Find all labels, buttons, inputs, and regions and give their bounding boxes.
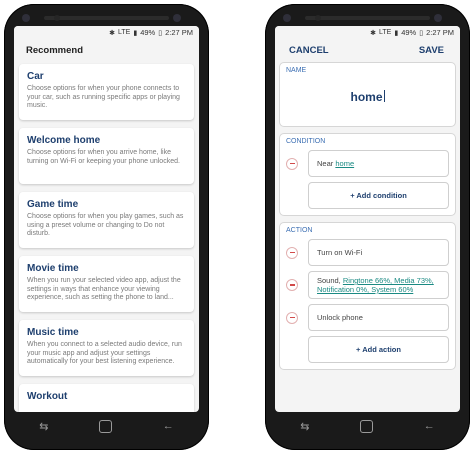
right-screen: ✱ LTE ▮ 49% ▯ 2:27 PM CANCEL SAVE NAME h… (275, 26, 460, 412)
back-icon[interactable]: ← (163, 420, 174, 432)
recent-apps-icon[interactable]: ⇆ (300, 420, 309, 433)
name-value: home (350, 90, 383, 104)
battery-level: 49% (140, 28, 156, 37)
remove-action-button[interactable] (286, 311, 298, 324)
condition-link[interactable]: home (335, 159, 354, 168)
text-cursor (383, 90, 385, 102)
card-title: Game time (27, 199, 79, 210)
signal-icon: ▮ (133, 29, 138, 37)
card-workout[interactable]: Workout (19, 384, 194, 412)
sensor-icon (54, 15, 60, 21)
page-title: Recommend (26, 45, 84, 56)
card-music-time[interactable]: Music time When you connect to a selecte… (19, 320, 194, 376)
card-movie-time[interactable]: Movie time When you run your selected vi… (19, 256, 194, 312)
add-action-row: + Add action (286, 336, 449, 363)
right-phone: ✱ LTE ▮ 49% ▯ 2:27 PM CANCEL SAVE NAME h… (265, 4, 470, 450)
card-title: Movie time (27, 263, 79, 274)
battery-icon: ▯ (419, 29, 424, 37)
cancel-button[interactable]: CANCEL (289, 45, 329, 56)
left-phone: ✱ LTE ▮ 49% ▯ 2:27 PM Recommend Car Choo… (4, 4, 209, 450)
action-row-sound: Sound, Ringtone 66%, Media 73%, Notifica… (286, 271, 449, 299)
remove-action-button[interactable] (286, 279, 298, 291)
action-item-unlock[interactable]: Unlock phone (308, 304, 449, 331)
sound-link-notification-system[interactable]: Notification 0%, System 60% (317, 285, 413, 294)
minus-icon (289, 251, 295, 254)
card-desc: Choose options for when you play games, … (27, 213, 184, 237)
action-row-unlock: Unlock phone (286, 304, 449, 331)
action-section: ACTION Turn on Wi-Fi Sound, Ringtone 66%… (279, 222, 456, 370)
card-title: Workout (27, 391, 68, 402)
minus-icon (289, 162, 295, 165)
earpiece (44, 16, 169, 20)
name-section: NAME home (279, 62, 456, 127)
clock: 2:27 PM (165, 28, 193, 37)
card-welcome-home[interactable]: Welcome home Choose options for when you… (19, 128, 194, 184)
remove-condition-button[interactable] (286, 157, 298, 170)
card-title: Music time (27, 327, 79, 338)
bluetooth-icon: ✱ (370, 29, 376, 37)
sensor-icon (315, 15, 321, 21)
bluetooth-icon: ✱ (109, 29, 115, 37)
battery-level: 49% (401, 28, 417, 37)
action-row-wifi: Turn on Wi-Fi (286, 239, 449, 266)
clock: 2:27 PM (426, 28, 454, 37)
card-desc: Choose options for when you arrive home,… (27, 149, 180, 165)
earpiece (305, 16, 430, 20)
left-screen: ✱ LTE ▮ 49% ▯ 2:27 PM Recommend Car Choo… (14, 26, 199, 412)
condition-section: CONDITION Near home + Add condition (279, 133, 456, 216)
add-condition-row: + Add condition (286, 182, 449, 209)
nav-bar: ⇆ ← (275, 414, 460, 438)
action-label: ACTION (286, 227, 313, 234)
recent-apps-icon[interactable]: ⇆ (39, 420, 48, 433)
signal-label: LTE (379, 29, 392, 36)
action-item-wifi[interactable]: Turn on Wi-Fi (308, 239, 449, 266)
status-bar: ✱ LTE ▮ 49% ▯ 2:27 PM (275, 26, 460, 39)
camera-icon (22, 14, 30, 22)
card-title: Car (27, 71, 44, 82)
minus-icon (289, 284, 295, 286)
save-button[interactable]: SAVE (419, 45, 444, 56)
card-desc: When you run your selected video app, ad… (27, 277, 181, 301)
nav-bar: ⇆ ← (14, 414, 199, 438)
status-bar: ✱ LTE ▮ 49% ▯ 2:27 PM (14, 26, 199, 39)
back-icon[interactable]: ← (424, 420, 435, 432)
home-icon[interactable] (99, 419, 113, 433)
add-action-button[interactable]: + Add action (308, 336, 449, 363)
remove-action-button[interactable] (286, 246, 298, 259)
action-item-sound[interactable]: Sound, Ringtone 66%, Media 73%, Notifica… (308, 271, 449, 299)
home-icon[interactable] (360, 419, 374, 433)
card-title: Welcome home (27, 135, 101, 146)
name-label: NAME (286, 67, 307, 74)
condition-item[interactable]: Near home (308, 150, 449, 177)
sound-link-ringtone-media[interactable]: Ringtone 66%, Media 73%, (343, 276, 434, 285)
front-camera-icon (434, 14, 442, 22)
condition-row: Near home (286, 150, 449, 177)
battery-icon: ▯ (158, 29, 163, 37)
condition-prefix: Near (317, 159, 334, 168)
card-desc: When you connect to a selected audio dev… (27, 341, 182, 365)
card-game-time[interactable]: Game time Choose options for when you pl… (19, 192, 194, 248)
sound-prefix: Sound, (317, 276, 341, 285)
camera-icon (283, 14, 291, 22)
card-car[interactable]: Car Choose options for when your phone c… (19, 64, 194, 120)
action-bar: CANCEL SAVE (275, 39, 460, 62)
minus-icon (289, 316, 295, 319)
signal-icon: ▮ (394, 29, 399, 37)
condition-label: CONDITION (286, 138, 326, 145)
card-desc: Choose options for when your phone conne… (27, 85, 180, 109)
name-field[interactable]: home (286, 76, 449, 120)
front-camera-icon (173, 14, 181, 22)
add-condition-button[interactable]: + Add condition (308, 182, 449, 209)
signal-label: LTE (118, 29, 131, 36)
